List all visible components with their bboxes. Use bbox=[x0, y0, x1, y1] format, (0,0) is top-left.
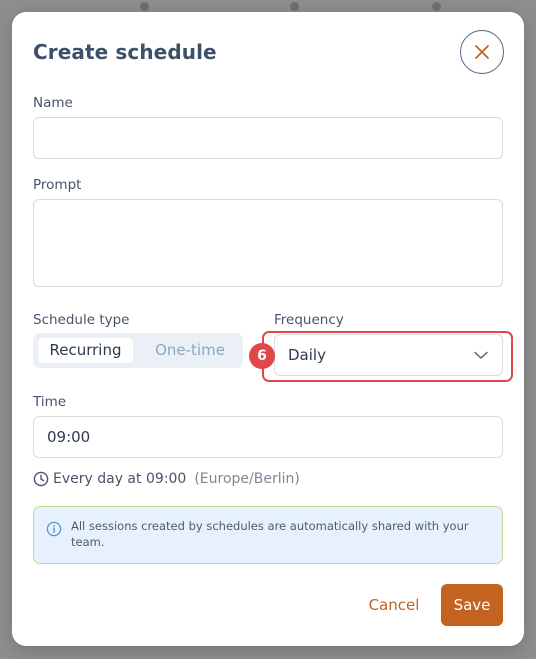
background-dot bbox=[290, 2, 299, 11]
schedule-summary: Every day at 09:00 (Europe/Berlin) bbox=[33, 471, 300, 487]
info-text: All sessions created by schedules are au… bbox=[71, 519, 469, 549]
timezone-text: (Europe/Berlin) bbox=[194, 471, 300, 487]
save-button[interactable]: Save bbox=[441, 584, 503, 626]
close-icon bbox=[475, 45, 489, 59]
schedule-type-label: Schedule type bbox=[33, 312, 130, 328]
annotation-highlight bbox=[262, 331, 513, 382]
clock-icon bbox=[33, 471, 49, 487]
background-dot bbox=[432, 2, 441, 11]
info-icon bbox=[46, 521, 62, 537]
time-label: Time bbox=[33, 394, 67, 410]
time-value: 09:00 bbox=[47, 428, 91, 446]
dialog-title: Create schedule bbox=[33, 40, 217, 64]
background-dot bbox=[140, 2, 149, 11]
cancel-button[interactable]: Cancel bbox=[360, 588, 428, 622]
schedule-type-toggle: Recurring One-time bbox=[33, 333, 243, 368]
prompt-label: Prompt bbox=[33, 177, 82, 193]
info-callout: All sessions created by schedules are au… bbox=[33, 506, 503, 564]
name-label: Name bbox=[33, 95, 73, 111]
annotation-badge: 6 bbox=[249, 343, 275, 369]
schedule-type-one-time[interactable]: One-time bbox=[141, 338, 239, 363]
prompt-textarea[interactable] bbox=[33, 199, 503, 287]
close-button[interactable] bbox=[460, 30, 504, 74]
create-schedule-dialog: Create schedule Name Prompt Schedule typ… bbox=[12, 12, 524, 646]
schedule-summary-text: Every day at 09:00 bbox=[53, 471, 187, 487]
frequency-label: Frequency bbox=[274, 312, 344, 328]
schedule-type-recurring[interactable]: Recurring bbox=[38, 338, 133, 363]
name-input[interactable] bbox=[33, 117, 503, 159]
time-input[interactable]: 09:00 bbox=[33, 416, 503, 458]
